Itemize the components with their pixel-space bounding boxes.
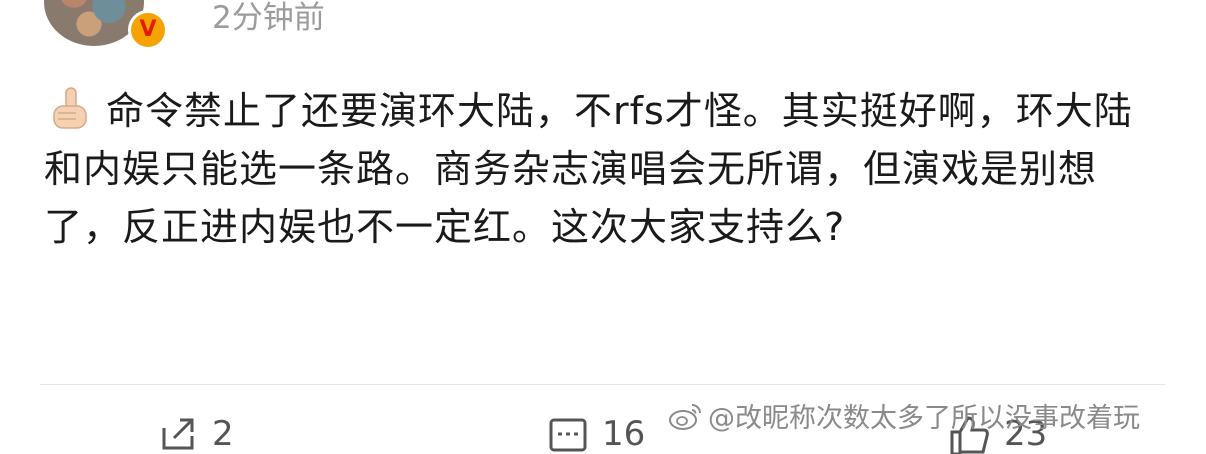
post-time: 2分钟前 [212,0,325,36]
repost-count: 2 [212,414,234,454]
comment-icon [549,418,587,452]
repost-icon [162,418,194,450]
post-text-container: 命令禁止了还要演环大陆，不rfs才怪。其实挺好啊，环大陆和内娱只能选一条路。商务… [44,82,1154,256]
comment-count: 16 [602,414,646,454]
divider [40,384,1166,385]
watermark: @改昵称次数太多了所以没事改着玩 [668,396,1140,435]
comment-button[interactable]: 16 [548,414,645,454]
weibo-logo-icon [669,403,701,430]
watermark-text: @改昵称次数太多了所以没事改着玩 [708,403,1140,434]
pointing-up-emoji-icon [53,87,87,129]
repost-button[interactable]: 2 [158,414,234,454]
post-text: 命令禁止了还要演环大陆，不rfs才怪。其实挺好啊，环大陆和内娱只能选一条路。商务… [44,89,1133,249]
verified-badge-icon: V [128,10,168,50]
